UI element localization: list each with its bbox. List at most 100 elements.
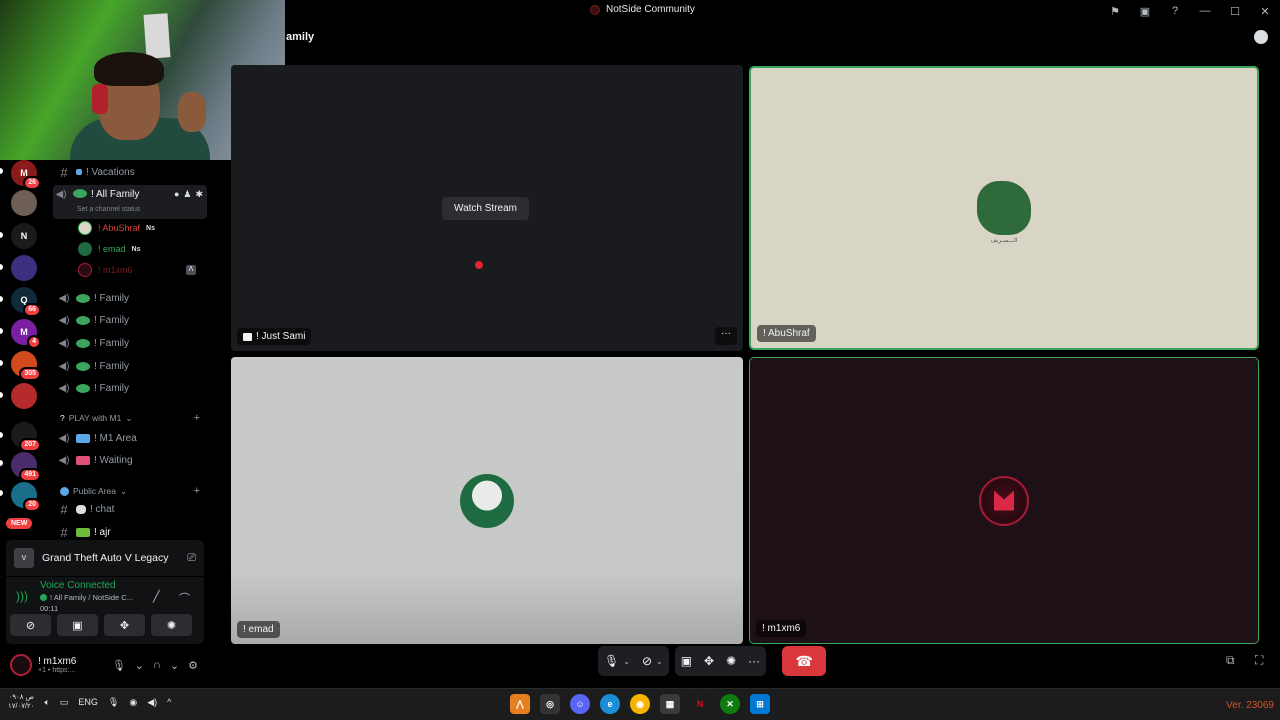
participant-tile[interactable]: الـــسـريف ! AbuShraf [749,66,1259,350]
activities-button[interactable]: ✥ [104,614,145,636]
watch-stream-button[interactable]: Watch Stream [442,197,529,220]
avatar[interactable] [10,654,32,676]
channel-vacations[interactable]: # ! Vacations [56,162,206,182]
monitor-icon[interactable]: ▭ [60,697,69,708]
store-icon[interactable]: ▦ [660,694,680,714]
speaker-icon[interactable]: ◀) [147,697,157,708]
security-icon[interactable]: ◉ [129,697,137,708]
invite-icon[interactable]: ♟ [183,189,191,200]
channel-ajr[interactable]: # ! ajr [56,522,206,540]
voice-channel-m1-area[interactable]: ◀) ! M1 Area [56,428,206,448]
screen-share-icon[interactable]: ▣ [681,654,692,668]
server-icon[interactable]: 491 [11,452,41,482]
monitor-icon [243,332,252,341]
server-icon[interactable] [11,255,37,281]
chevron-up-icon[interactable]: ^ [167,697,171,707]
screen-share-button[interactable]: ▣ [57,614,98,636]
participant-name: ! emad [237,621,280,638]
headphones-icon[interactable]: ∩ [153,659,161,672]
user-info[interactable]: ! m1xm6 +1 • https:... [38,656,76,674]
discord-icon[interactable]: ☺ [570,694,590,714]
server-icon[interactable]: Q 66 [11,287,41,317]
microphone-icon[interactable]: 🎙︎ [108,697,119,708]
flag-icon[interactable]: ⚑ [1100,2,1130,20]
windows-icon[interactable]: ⊞ [750,694,770,714]
activities-icon[interactable]: ✥ [704,654,714,668]
server-icon[interactable]: M4 [11,319,41,349]
voice-location[interactable]: ! All Family / NotSide C... [40,593,133,602]
voice-user[interactable]: ! m1xm6 Λ [78,261,196,279]
signal-icon[interactable]: ))) [16,589,28,603]
stream-tile[interactable]: Watch Stream ! Just Sami ··· [231,65,743,351]
voice-channel-family[interactable]: ◀) ! Family [56,356,206,376]
discord-window: NotSide Community ⚑ ▣ ? — ☐ ✕ M 26 N Q 66 … [0,0,1280,688]
voice-channel-family[interactable]: ◀) ! Family [56,333,206,353]
server-icon[interactable]: M 26 [11,160,41,190]
fullscreen-icon[interactable]: ⛶ [1255,653,1263,668]
diamond-icon [76,169,82,175]
speaker-icon: ◀) [58,360,70,372]
voice-channel-family[interactable]: ◀) ! Family [56,288,206,308]
category-public[interactable]: Public Area ⌄ + [60,485,200,497]
server-icon[interactable]: 20 [11,482,41,512]
chat-icon[interactable]: ● [174,189,179,200]
voice-channel-all-family[interactable]: ◀) ! All Family ● ♟ ✱ Set a channel stat… [53,185,207,219]
server-icon[interactable]: 207 [11,422,41,452]
microphone-icon[interactable]: 🎙︎ [112,659,126,672]
noise-suppression-icon[interactable]: ╱ [153,590,160,603]
participant-tile[interactable]: ! m1xm6 [749,357,1259,644]
server-icon[interactable] [11,383,37,409]
help-icon[interactable]: ? [1160,2,1190,20]
stream-icon[interactable]: ⎚ [187,552,196,565]
gear-icon[interactable]: ✱ [195,189,203,200]
chat-bubble-icon[interactable] [1254,30,1268,44]
chrome-icon[interactable]: ◉ [630,694,650,714]
language-indicator[interactable]: ENG [78,697,98,707]
chevron-down-icon[interactable]: ⌄ [170,659,179,672]
camera-off-icon[interactable]: ⊘ [642,654,652,668]
server-icon[interactable]: 305 [11,351,41,381]
server-icon[interactable]: N [11,223,37,249]
popout-icon[interactable]: ⧉ [1226,653,1235,668]
voice-user[interactable]: ! AbuShraf Ns [78,219,155,237]
maximize-button[interactable]: ☐ [1220,2,1250,20]
volume-icon[interactable]: 🔈︎ [44,697,49,708]
microphone-icon[interactable]: 🎙︎ [604,654,619,668]
add-channel-icon[interactable]: + [194,485,200,497]
green-circle-icon [40,594,47,601]
category-play[interactable]: ? PLAY with M1 ⌄ + [60,412,200,424]
activity-panel[interactable]: V Grand Theft Auto V Legacy ⎚ [6,540,204,576]
leave-call-button[interactable]: ☎ [782,646,827,676]
chevron-down-icon[interactable]: ⌄ [135,659,144,672]
github-icon[interactable]: ◎ [540,694,560,714]
chevron-down-icon[interactable]: ⌄ [656,657,663,666]
voice-status[interactable]: Voice Connected [40,580,116,591]
app-icon[interactable]: ⋀ [510,694,530,714]
voice-channel-family[interactable]: ◀) ! Family [56,378,206,398]
minimize-button[interactable]: — [1190,2,1220,20]
add-channel-icon[interactable]: + [194,412,200,424]
xbox-icon[interactable]: ✕ [720,694,740,714]
server-icon[interactable] [11,190,37,216]
voice-channel-family[interactable]: ◀) ! Family [56,310,206,330]
gear-icon[interactable]: ⚙ [188,659,198,672]
speaker-icon: ◀) [58,314,70,326]
voice-channel-waiting[interactable]: ◀) ! Waiting [56,450,206,470]
close-button[interactable]: ✕ [1250,2,1280,20]
clock[interactable]: ص ٠٩٠٨ ١٧/٠٧/٢٠ [8,693,34,711]
netflix-icon[interactable]: N [690,694,710,714]
soundboard-icon[interactable]: ✺ [726,654,736,668]
voice-user[interactable]: ! emad Ns [78,240,140,258]
more-icon[interactable]: ··· [748,654,760,668]
channel-status[interactable]: Set a channel status [77,206,140,213]
disconnect-icon[interactable]: ⌒ [179,590,190,606]
edge-icon[interactable]: e [600,694,620,714]
soundboard-button[interactable]: ✺ [151,614,192,636]
chevron-down-icon[interactable]: ⌄ [623,657,630,666]
inbox-icon[interactable]: ▣ [1130,2,1160,20]
channel-chat[interactable]: # ! chat [56,499,206,519]
camera-off-button[interactable]: ⊘ [10,614,51,636]
participant-tile[interactable]: ! emad [231,357,743,644]
new-badge[interactable]: NEW [6,518,33,529]
more-options-button[interactable]: ··· [715,327,737,345]
